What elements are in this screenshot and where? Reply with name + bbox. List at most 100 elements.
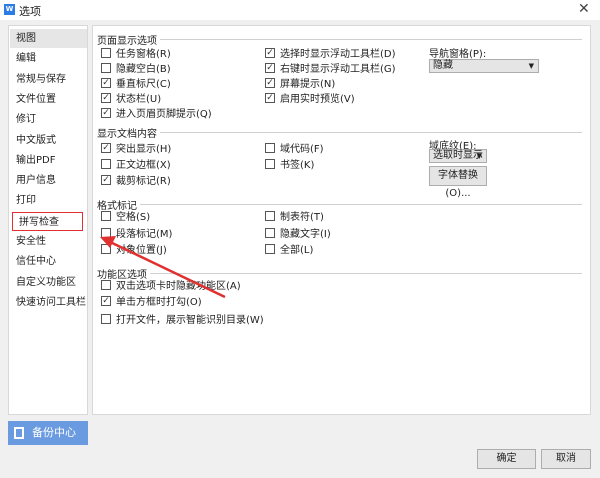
section-divider [97, 132, 582, 133]
title-bar: W 选项 ✕ [0, 0, 600, 20]
checkbox-label: 域代码(F) [280, 144, 324, 155]
sidebar-item[interactable]: 快速访问工具栏 [10, 293, 87, 312]
checkbox[interactable]: ✓ [101, 77, 111, 88]
checkbox-option[interactable]: 隐藏空白(B) [101, 60, 171, 75]
close-icon[interactable]: ✕ [578, 1, 590, 17]
window-title: 选项 [19, 5, 41, 18]
checkbox-label: 屏幕提示(N) [280, 79, 336, 90]
checkbox-label: 选择时显示浮动工具栏(D) [280, 49, 396, 60]
checkbox-option[interactable]: 隐藏文字(I) [265, 225, 331, 240]
checkbox[interactable] [101, 227, 111, 238]
checkbox-label: 打开文件，展示智能识别目录(W) [116, 315, 264, 326]
checkbox-option[interactable]: 制表符(T) [265, 208, 324, 223]
checkbox[interactable] [265, 227, 275, 238]
checkbox[interactable] [101, 47, 111, 58]
checkbox[interactable]: ✓ [101, 142, 111, 153]
checkbox[interactable]: ✓ [265, 77, 275, 88]
checkbox-option[interactable]: ✓ 进入页眉页脚提示(Q) [101, 105, 212, 120]
checkbox-label: 突出显示(H) [116, 144, 172, 155]
dropdown-arrow-icon: ▼ [528, 62, 534, 70]
checkbox-label: 全部(L) [280, 245, 314, 256]
checkbox-option[interactable]: 域代码(F) [265, 140, 324, 155]
checkbox-label: 右键时显示浮动工具栏(G) [280, 64, 396, 75]
checkbox-option[interactable]: 书签(K) [265, 156, 314, 171]
checkbox-option[interactable]: 打开文件，展示智能识别目录(W) [101, 311, 264, 326]
sidebar-item[interactable]: 用户信息 [10, 171, 87, 190]
sidebar: 视图 编辑常规与保存 文件位置 修订中文版式 输出PDF 用户信息 打印 拼写检查 安全性 信任中… [8, 25, 88, 415]
checkbox-option[interactable]: ✓ 选择时显示浮动工具栏(D) [265, 45, 396, 60]
checkbox[interactable]: ✓ [265, 47, 275, 58]
dropdown-arrow-icon: ▼ [476, 152, 482, 160]
checkbox[interactable] [101, 279, 111, 290]
checkbox[interactable]: ✓ [101, 174, 111, 185]
select-value: 选取时显示 [433, 150, 483, 161]
checkbox[interactable]: ✓ [265, 62, 275, 73]
checkbox-option[interactable]: 正文边框(X) [101, 156, 171, 171]
options-panel: 页面显示选项 任务窗格(R) 隐藏空白(B) ✓ 垂直标尺(C) ✓ 状态栏(U) ✓ 进入页眉… [92, 25, 591, 415]
checkbox-option[interactable]: 空格(S) [101, 208, 150, 223]
sidebar-item[interactable]: 输出PDF [10, 151, 87, 170]
checkbox[interactable] [265, 210, 275, 221]
checkbox-label: 制表符(T) [280, 212, 324, 223]
sidebar-item[interactable]: 中文版式 [10, 131, 87, 150]
ok-button[interactable]: 确定 [477, 449, 536, 469]
checkbox-option[interactable]: ✓ 状态栏(U) [101, 90, 161, 105]
checkbox-label: 对象位置(J) [116, 245, 167, 256]
checkbox-label: 段落标记(M) [116, 229, 173, 240]
checkbox-label: 单击方框时打勾(O) [116, 297, 202, 308]
checkbox-option[interactable]: 全部(L) [265, 241, 313, 256]
checkbox[interactable] [101, 243, 111, 254]
checkbox-label: 任务窗格(R) [116, 49, 171, 60]
sidebar-item[interactable]: 打印 [10, 191, 87, 210]
field-shading-select[interactable]: 选取时显示 ▼ [429, 149, 487, 163]
checkbox[interactable]: ✓ [101, 92, 111, 103]
section-divider [97, 273, 582, 274]
section-divider [97, 204, 582, 205]
checkbox-option[interactable]: ✓ 右键时显示浮动工具栏(G) [265, 60, 396, 75]
select-value: 隐藏 [433, 60, 453, 71]
sidebar-item[interactable]: 信任中心 [10, 252, 87, 271]
sidebar-item[interactable]: 安全性 [10, 232, 87, 251]
checkbox-label: 垂直标尺(C) [116, 79, 171, 90]
checkbox[interactable] [101, 313, 111, 324]
checkbox-option[interactable]: ✓ 垂直标尺(C) [101, 75, 171, 90]
sidebar-item[interactable]: 常规与保存 [10, 70, 87, 89]
nav-pane-select[interactable]: 隐藏 ▼ [429, 59, 539, 73]
checkbox-label: 正文边框(X) [116, 160, 171, 171]
checkbox[interactable]: ✓ [101, 295, 111, 306]
checkbox[interactable] [101, 210, 111, 221]
checkbox[interactable] [101, 62, 111, 73]
font-substitution-button[interactable]: 字体替换(O)... [429, 166, 487, 199]
checkbox[interactable]: ✓ [265, 92, 275, 103]
sidebar-item[interactable]: 拼写检查 [12, 211, 83, 231]
checkbox[interactable] [265, 142, 275, 153]
checkbox-option[interactable]: 段落标记(M) [101, 225, 172, 240]
checkbox-label: 进入页眉页脚提示(Q) [116, 109, 212, 120]
cancel-button[interactable]: 取消 [541, 449, 591, 469]
checkbox-label: 启用实时预览(V) [280, 94, 355, 105]
section-title: 显示文档内容 [97, 125, 160, 140]
checkbox-option[interactable]: ✓ 裁剪标记(R) [101, 172, 171, 187]
checkbox-label: 双击选项卡时隐藏功能区(A) [116, 281, 241, 292]
checkbox-option[interactable]: ✓ 突出显示(H) [101, 140, 171, 155]
checkbox[interactable]: ✓ [101, 107, 111, 118]
checkbox[interactable] [101, 158, 111, 169]
sidebar-item[interactable]: 视图 [10, 29, 87, 48]
checkbox-option[interactable]: ✓ 单击方框时打勾(O) [101, 293, 202, 308]
checkbox[interactable] [265, 243, 275, 254]
checkbox-label: 隐藏空白(B) [116, 64, 171, 75]
nav-pane-label: 导航窗格(P): [429, 49, 487, 60]
sidebar-item[interactable]: 修订 [10, 110, 87, 129]
checkbox-label: 裁剪标记(R) [116, 176, 171, 187]
checkbox-label: 空格(S) [116, 212, 151, 223]
sidebar-item[interactable]: 自定义功能区 [10, 273, 87, 292]
checkbox-option[interactable]: ✓ 启用实时预览(V) [265, 90, 355, 105]
checkbox-option[interactable]: 双击选项卡时隐藏功能区(A) [101, 277, 241, 292]
checkbox-option[interactable]: 对象位置(J) [101, 241, 167, 256]
backup-icon [14, 427, 24, 439]
checkbox-option[interactable]: 任务窗格(R) [101, 45, 171, 60]
sidebar-item[interactable]: 文件位置 [10, 90, 87, 109]
sidebar-item[interactable]: 编辑 [10, 49, 87, 68]
checkbox[interactable] [265, 158, 275, 169]
checkbox-option[interactable]: ✓ 屏幕提示(N) [265, 75, 335, 90]
